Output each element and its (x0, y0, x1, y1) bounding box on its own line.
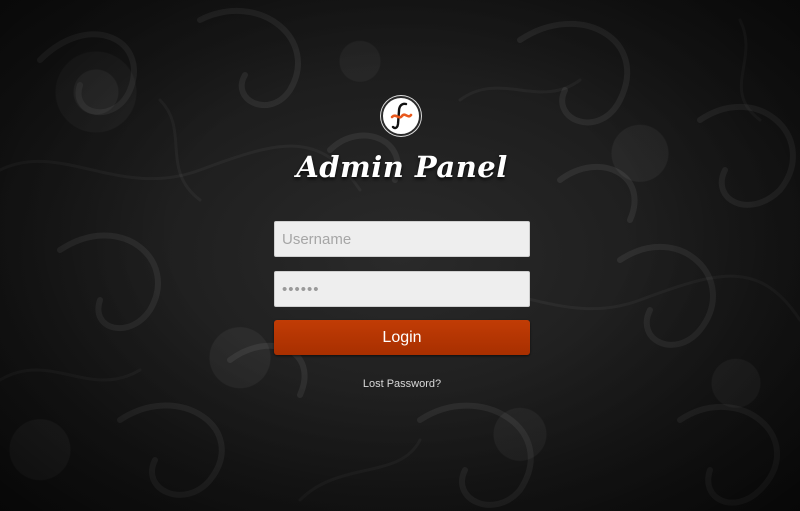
page-title: Admin Panel (296, 150, 508, 184)
password-input[interactable] (274, 271, 530, 307)
username-input[interactable] (274, 221, 530, 257)
lost-password-link[interactable]: Lost Password? (274, 378, 530, 390)
f-logo-icon (381, 96, 421, 136)
login-button[interactable]: Login (274, 320, 530, 355)
